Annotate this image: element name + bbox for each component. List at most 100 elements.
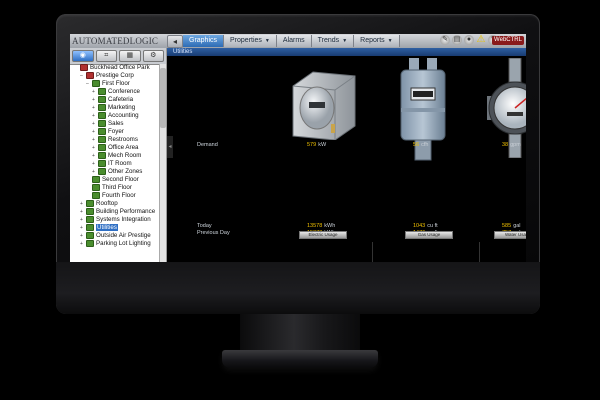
column-divider — [372, 242, 373, 262]
tree-node[interactable]: + Rooftop — [80, 200, 118, 208]
sidebar-tabs: ◉ ⌗ ▦ ⚙ — [70, 48, 166, 65]
tree-view: Buckhead Office Park – Prestige Corp – First… — [70, 64, 164, 262]
tree-node-label: Systems Integration — [96, 216, 151, 224]
network-tab-icon[interactable]: ⌗ — [95, 50, 117, 62]
building-icon — [86, 72, 94, 79]
column-divider — [479, 242, 480, 262]
camera-icon[interactable]: ● — [464, 35, 474, 45]
tree-node[interactable]: + Utilities — [80, 224, 118, 232]
row-label-today: Today — [197, 223, 212, 229]
tree-node-label: Sales — [108, 120, 124, 128]
area-icon — [92, 192, 100, 199]
row-label-previous-day: Previous Day — [197, 230, 230, 236]
navigation-tree-panel: ◉ ⌗ ▦ ⚙ Buckhead Office Park – Prestige Co… — [70, 48, 167, 262]
collapse-panel-button[interactable]: ◂ — [167, 136, 173, 158]
value-number: 38 — [502, 142, 509, 148]
chevron-down-icon: ▼ — [387, 38, 393, 44]
tab-trends[interactable]: Trends ▼ — [311, 35, 355, 47]
tab-reports[interactable]: Reports ▼ — [354, 35, 400, 47]
tree-node-label: Prestige Corp — [96, 72, 134, 80]
area-icon — [98, 168, 106, 175]
value-unit: kW — [318, 142, 327, 148]
tree-node-label: Buckhead Office Park — [90, 64, 150, 72]
tree-node[interactable]: – Prestige Corp — [80, 72, 134, 80]
main-tabs: Graphics Properties ▼ Alarms Trends ▼ Repo… — [183, 35, 400, 47]
area-icon — [92, 80, 100, 87]
electric-meter-image — [292, 71, 356, 140]
usage-button[interactable]: Water Usage — [494, 231, 526, 239]
area-icon — [92, 184, 100, 191]
tree-node[interactable]: + Office Area — [92, 144, 139, 152]
tree-node[interactable]: + Foyer — [92, 128, 124, 136]
scrollbar-thumb[interactable] — [160, 68, 166, 128]
tree-node[interactable]: Buckhead Office Park — [74, 64, 150, 72]
tree-node[interactable]: + Marketing — [92, 104, 135, 112]
tab-label: Trends — [317, 37, 340, 44]
tree-node-label: Accounting — [108, 112, 139, 120]
value-unit: cfh — [421, 142, 429, 148]
tab-label: Graphics — [189, 37, 218, 44]
tree-node-label: Office Area — [108, 144, 139, 152]
tab-properties[interactable]: Properties ▼ — [224, 35, 277, 47]
tree-node[interactable]: + Outside Air Prestige — [80, 232, 151, 240]
tree-node[interactable]: + Building Performance — [80, 208, 155, 216]
tree-node[interactable]: + Accounting — [92, 112, 139, 120]
config-tab-icon[interactable]: ⚙ — [142, 50, 164, 62]
value-today: 1043 cu ft — [413, 223, 438, 230]
tree-node[interactable]: + Restrooms — [92, 136, 138, 144]
print-icon[interactable]: ▤ — [452, 35, 462, 45]
tree-node[interactable]: – First Floor — [86, 80, 130, 88]
value-unit: kWh — [324, 223, 336, 229]
area-icon — [86, 216, 94, 223]
tree-node[interactable]: + Sales — [92, 120, 123, 128]
site-icon — [80, 64, 88, 71]
monitor-stand-base — [222, 350, 378, 368]
groups-tab-icon[interactable]: ▦ — [119, 50, 141, 62]
tree-node[interactable]: + Other Zones — [92, 168, 142, 176]
tree-node[interactable]: Fourth Floor — [86, 192, 136, 200]
tree-node-label: Utilities — [96, 224, 118, 232]
geography-tab-icon[interactable]: ◉ — [72, 50, 94, 62]
value-number: 579 — [307, 142, 317, 148]
tree-node[interactable]: + Parking Lot Lighting — [80, 240, 151, 248]
area-icon — [98, 128, 106, 135]
tree-node[interactable]: + Systems Integration — [80, 216, 151, 224]
usage-button[interactable]: Gas Usage — [405, 231, 453, 239]
tree-scrollbar[interactable] — [159, 64, 166, 262]
area-icon — [86, 224, 94, 231]
area-icon — [98, 136, 106, 143]
tab-alarms[interactable]: Alarms — [276, 35, 312, 47]
tree-node[interactable]: Third Floor — [86, 184, 132, 192]
tree-node-label: Rooftop — [96, 200, 118, 208]
tree-node[interactable]: + Mech Room — [92, 152, 141, 160]
tree-node[interactable]: Second Floor — [86, 176, 139, 184]
value-today: 13578 kWh — [307, 223, 335, 230]
breadcrumb-label: Utilities — [173, 49, 193, 55]
tree-node[interactable]: + Conference — [92, 88, 140, 96]
value-unit: gal — [513, 223, 521, 229]
warning-icon[interactable]: ⚠ — [476, 35, 486, 45]
area-icon — [86, 232, 94, 239]
area-icon — [98, 88, 106, 95]
tab-graphics[interactable]: Graphics — [183, 35, 225, 47]
area-icon — [86, 208, 94, 215]
app-screen: AUTOMATEDLOGIC ◂ Graphics Properties ▼ Al… — [70, 34, 526, 262]
tab-label: Properties — [230, 37, 262, 44]
value-today: 585 gal — [502, 223, 521, 230]
chevron-down-icon: ▼ — [342, 38, 348, 44]
tool-icons: ✎ ▤ ● ⚠ ? — [440, 35, 498, 47]
user-badge[interactable]: WebCTRL — [492, 36, 524, 45]
tree-node[interactable]: + IT Room — [92, 160, 132, 168]
back-button[interactable]: ◂ — [167, 35, 183, 48]
tools-icon[interactable]: ✎ — [440, 35, 450, 45]
tab-label: Alarms — [282, 37, 305, 44]
value-demand: 38 gpm — [502, 142, 521, 149]
area-icon — [98, 120, 106, 127]
tab-label: Reports — [360, 37, 385, 44]
tree-node-label: Conference — [108, 88, 140, 96]
value-number: 585 — [502, 223, 512, 229]
top-toolbar: AUTOMATEDLOGIC ◂ Graphics Properties ▼ Al… — [70, 34, 526, 49]
usage-button[interactable]: Electric Usage — [299, 231, 347, 239]
tree-node-label: Second Floor — [102, 176, 139, 184]
tree-node[interactable]: + Cafeteria — [92, 96, 133, 104]
